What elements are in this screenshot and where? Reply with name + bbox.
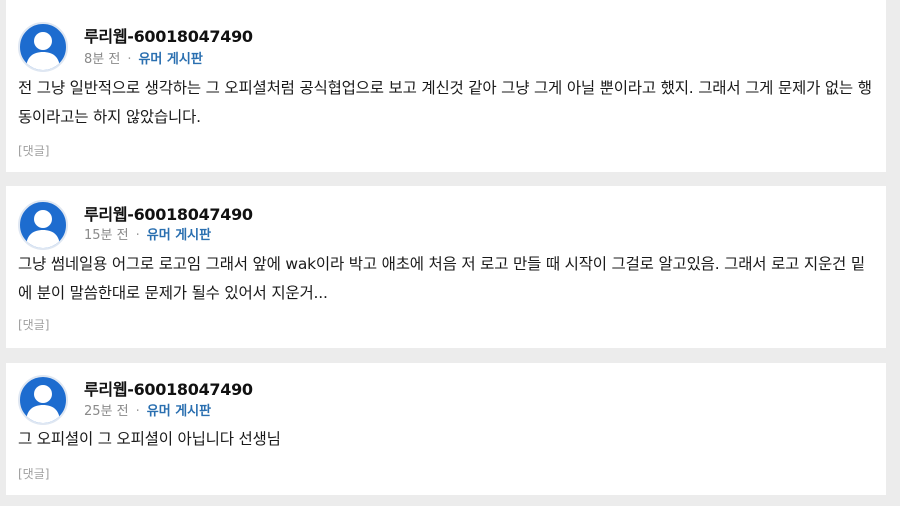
avatar-silhouette bbox=[26, 210, 60, 248]
comment-text: 전 그냥 일반적으로 생각하는 그 오피셜처럼 공식협업으로 보고 계신것 같아… bbox=[18, 79, 872, 126]
avatar-silhouette bbox=[26, 385, 60, 423]
comment-card: 루리웹-60018047490 15분 전 · 유머 게시판 그냥 썸네일용 어그로… bbox=[6, 186, 886, 348]
user-avatar-icon[interactable] bbox=[18, 200, 68, 250]
reply-link[interactable]: [댓글] bbox=[18, 316, 49, 333]
username-link[interactable]: 루리웹-60018047490 bbox=[84, 201, 253, 225]
comment-card: 루리웹-60018047490 25분 전 · 유머 게시판 그 오피셜이 그 오피… bbox=[6, 363, 886, 495]
comment-text: 그 오피셜이 그 오피셜이 아닙니다 선생님 bbox=[18, 430, 281, 448]
meta-separator: · bbox=[127, 52, 132, 67]
meta-separator: · bbox=[135, 404, 140, 419]
comment-text: 그냥 썸네일용 어그로 로고임 그래서 앞에 wak이라 박고 애초에 처음 저… bbox=[18, 255, 865, 302]
board-link[interactable]: 유머 게시판 bbox=[147, 404, 211, 419]
comment-time: 15분 전 bbox=[84, 228, 129, 243]
comment-time: 8분 전 bbox=[84, 52, 121, 67]
comment-card: 루리웹-60018047490 8분 전 · 유머 게시판 전 그냥 일반적으로 생… bbox=[6, 0, 886, 172]
comment-feed: 루리웹-60018047490 8분 전 · 유머 게시판 전 그냥 일반적으로 생… bbox=[0, 0, 900, 506]
username-link[interactable]: 루리웹-60018047490 bbox=[84, 376, 253, 400]
comment-meta: 8분 전 · 유머 게시판 bbox=[84, 48, 203, 67]
reply-link[interactable]: [댓글] bbox=[18, 465, 49, 482]
avatar-silhouette bbox=[26, 32, 60, 70]
board-link[interactable]: 유머 게시판 bbox=[138, 52, 202, 67]
comment-time: 25분 전 bbox=[84, 404, 129, 419]
comment-meta: 25분 전 · 유머 게시판 bbox=[84, 400, 211, 419]
meta-separator: · bbox=[135, 228, 140, 243]
user-avatar-icon[interactable] bbox=[18, 375, 68, 425]
username-link[interactable]: 루리웹-60018047490 bbox=[84, 23, 253, 47]
reply-link[interactable]: [댓글] bbox=[18, 142, 49, 159]
board-link[interactable]: 유머 게시판 bbox=[147, 228, 211, 243]
comment-meta: 15분 전 · 유머 게시판 bbox=[84, 224, 211, 243]
user-avatar-icon[interactable] bbox=[18, 22, 68, 72]
